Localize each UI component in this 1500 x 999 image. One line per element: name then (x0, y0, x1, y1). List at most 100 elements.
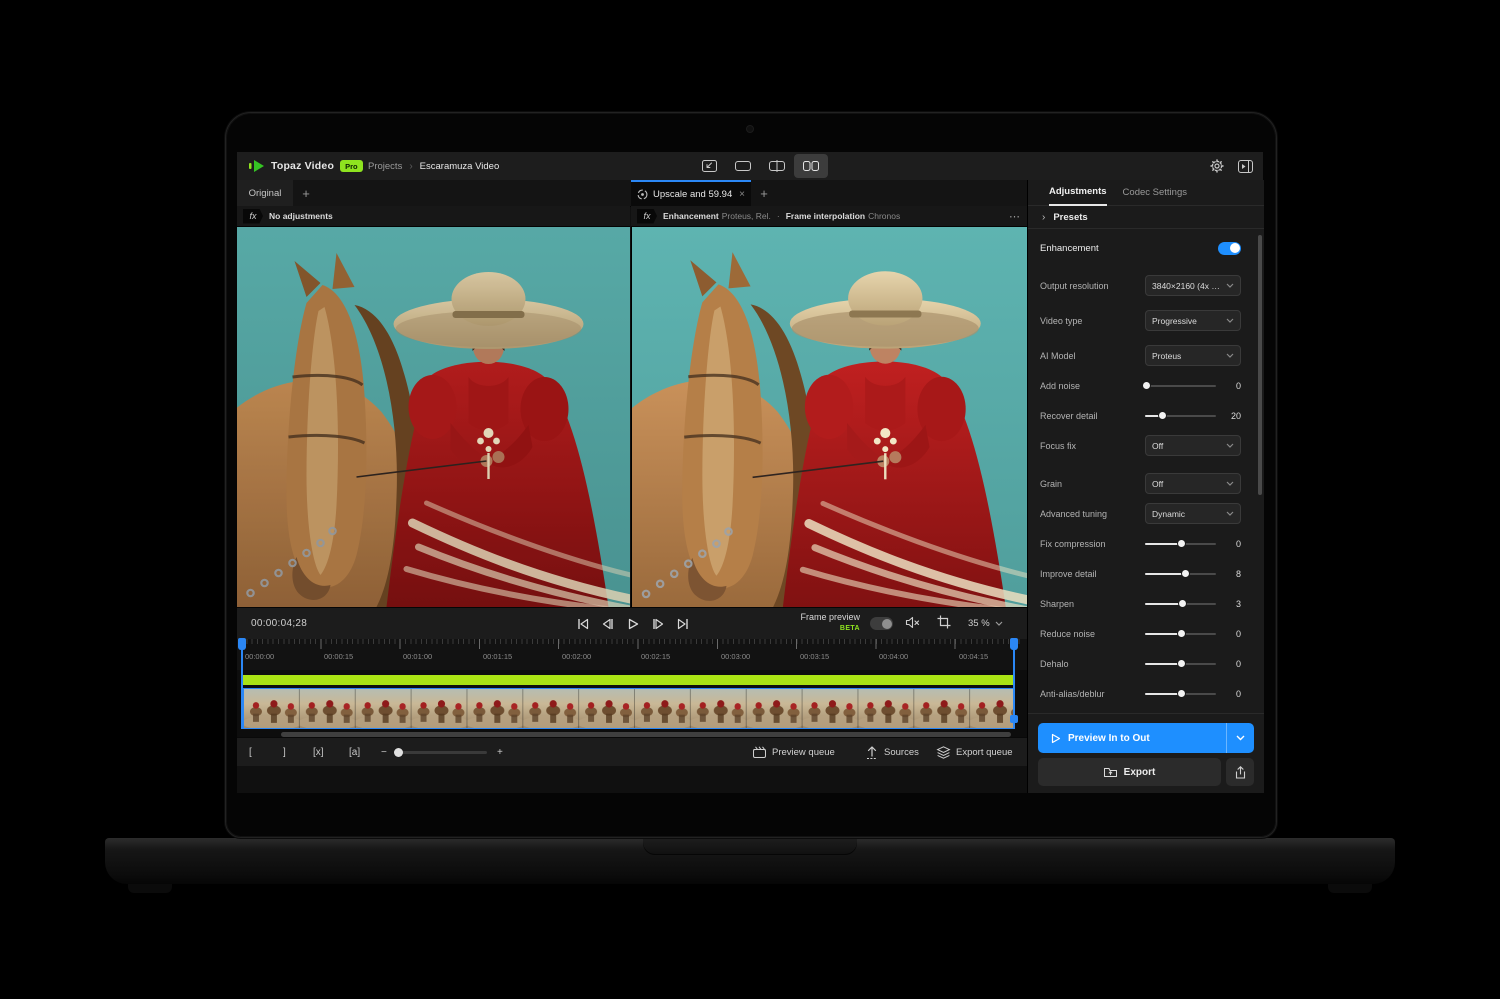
preview-zoom-control[interactable]: 35 % (968, 608, 1003, 639)
preview-zoom-value: 35 % (968, 618, 990, 629)
set-in-point-button[interactable]: [ (249, 738, 252, 766)
audio-mute-icon[interactable] (905, 615, 920, 630)
anti-alias-deblur-slider[interactable] (1145, 689, 1216, 698)
chevron-down-icon (1226, 481, 1234, 486)
layers-icon (936, 745, 951, 759)
fx-icon: fx (243, 208, 263, 224)
view-side-by-side-button[interactable] (794, 154, 828, 178)
tab-upscale[interactable]: Upscale and 59.94 × (631, 180, 751, 206)
recover-detail-slider[interactable] (1145, 411, 1216, 420)
export-folder-icon (1103, 767, 1117, 777)
chevron-down-icon (995, 621, 1003, 626)
enhancement-toggle[interactable] (1218, 241, 1241, 255)
export-button[interactable]: Export (1038, 758, 1221, 786)
add-noise-row: Add noise 0 (1040, 381, 1241, 391)
video-type-dropdown[interactable]: Progressive (1145, 310, 1241, 331)
focus-fix-dropdown[interactable]: Off (1145, 435, 1241, 456)
brand-play-icon (249, 160, 264, 172)
tick-label: 00:00:15 (324, 652, 354, 661)
add-noise-slider[interactable] (1141, 381, 1216, 390)
panel-divider (1028, 713, 1264, 714)
zoom-to-selection-button[interactable]: [a] (349, 738, 360, 766)
next-frame-button[interactable] (650, 616, 666, 632)
ai-model-dropdown[interactable]: Proteus (1145, 345, 1241, 366)
frame-preview-toggle[interactable] (870, 617, 893, 630)
toggle-right-panel-icon[interactable] (1238, 159, 1253, 173)
clip-filmstrip[interactable] (243, 688, 1015, 729)
export-queue-label: Export queue (956, 746, 1013, 758)
dehalo-row: Dehalo 0 (1040, 659, 1241, 669)
chevron-down-icon (1236, 735, 1245, 741)
settings-gear-icon[interactable] (1210, 159, 1224, 173)
frame-preview-label: Frame preview BETA (775, 612, 860, 634)
processed-range-bar (241, 675, 1014, 685)
breadcrumb-projects[interactable]: Projects (368, 161, 402, 172)
right-preview-header: fx Enhancement Proteus, Rel. · Frame int… (631, 206, 1027, 227)
chevron-down-icon (1226, 443, 1234, 448)
tab-codec-settings[interactable]: Codec Settings (1123, 187, 1187, 198)
playhead[interactable] (1010, 638, 1018, 729)
timeline-toolbar: [ ] [x] [a] − + Preview queue Sources Ex… (237, 737, 1027, 766)
side-by-side-view-icon (803, 161, 819, 171)
tick-label: 00:01:15 (483, 652, 513, 661)
fix-compression-row: Fix compression 0 (1040, 539, 1241, 549)
more-options-icon[interactable]: ⋯ (1009, 210, 1021, 223)
clapperboard-icon (753, 746, 766, 758)
preview-options-chevron[interactable] (1226, 723, 1254, 753)
presets-section[interactable]: › Presets (1028, 207, 1264, 229)
dehalo-slider[interactable] (1145, 659, 1216, 668)
split-view-icon (769, 160, 785, 172)
improve-detail-row: Improve detail 8 (1040, 569, 1241, 579)
upload-arrow-icon (867, 745, 877, 759)
set-out-point-button[interactable]: ] (283, 738, 286, 766)
improve-detail-slider[interactable] (1145, 569, 1216, 578)
in-point-marker[interactable] (238, 638, 246, 729)
sharpen-slider[interactable] (1145, 599, 1216, 608)
share-button[interactable] (1226, 758, 1254, 786)
export-queue-button[interactable]: Export queue (936, 738, 1013, 766)
clear-in-out-button[interactable]: [x] (313, 738, 324, 766)
output-resolution-dropdown[interactable]: 3840×2160 (4x … (1145, 275, 1241, 296)
breadcrumb-current: Escaramuza Video (419, 160, 500, 172)
view-fit-button[interactable] (692, 154, 726, 178)
add-view-button-left[interactable]: + (295, 180, 317, 206)
sharpen-row: Sharpen 3 (1040, 599, 1241, 609)
ai-model-row: AI Model Proteus (1040, 345, 1252, 367)
advanced-tuning-dropdown[interactable]: Dynamic (1145, 503, 1241, 524)
view-split-button[interactable] (760, 154, 794, 178)
app-logo[interactable]: Topaz Video Pro (249, 152, 363, 180)
timeline-ruler[interactable]: 00:00:00 00:00:15 00:01:00 00:01:15 00:0… (237, 639, 1027, 670)
fx-icon: fx (637, 208, 657, 224)
go-to-start-button[interactable] (575, 616, 591, 632)
panel-scrollbar[interactable] (1258, 235, 1262, 495)
play-button[interactable] (625, 616, 641, 632)
sources-button[interactable]: Sources (866, 738, 919, 766)
topaz-video-app-window: Topaz Video Pro Projects › Escaramuza Vi… (237, 152, 1264, 793)
chevron-down-icon (1226, 283, 1234, 288)
timeline-track-area (237, 670, 1027, 737)
timeline-zoom-in-button[interactable]: + (497, 738, 503, 766)
interpolation-filter-label: Frame interpolation (785, 211, 866, 221)
brand-name: Topaz Video (271, 160, 335, 172)
timeline-zoom-out-button[interactable]: − (381, 738, 387, 766)
crop-icon[interactable] (937, 615, 951, 629)
chevron-down-icon (1226, 318, 1234, 323)
previous-frame-button[interactable] (600, 616, 616, 632)
laptop-foot-left (128, 884, 172, 893)
left-preview-header: fx No adjustments (237, 206, 630, 227)
preview-in-to-out-button[interactable]: Preview In to Out (1038, 723, 1254, 753)
tab-original[interactable]: Original (237, 180, 293, 206)
breadcrumb-chevron-icon: › (409, 160, 413, 172)
enhancement-row: Enhancement (1040, 237, 1252, 259)
preview-queue-button[interactable]: Preview queue (753, 738, 835, 766)
view-single-button[interactable] (726, 154, 760, 178)
timeline-zoom-slider[interactable] (394, 748, 487, 757)
fix-compression-slider[interactable] (1145, 539, 1216, 548)
grain-row: Grain Off (1040, 473, 1252, 495)
add-view-button-right[interactable]: + (753, 180, 775, 206)
tab-adjustments[interactable]: Adjustments (1049, 180, 1107, 206)
go-to-end-button[interactable] (675, 616, 691, 632)
grain-dropdown[interactable]: Off (1145, 473, 1241, 494)
reduce-noise-slider[interactable] (1145, 629, 1216, 638)
tab-close-icon[interactable]: × (739, 189, 745, 200)
